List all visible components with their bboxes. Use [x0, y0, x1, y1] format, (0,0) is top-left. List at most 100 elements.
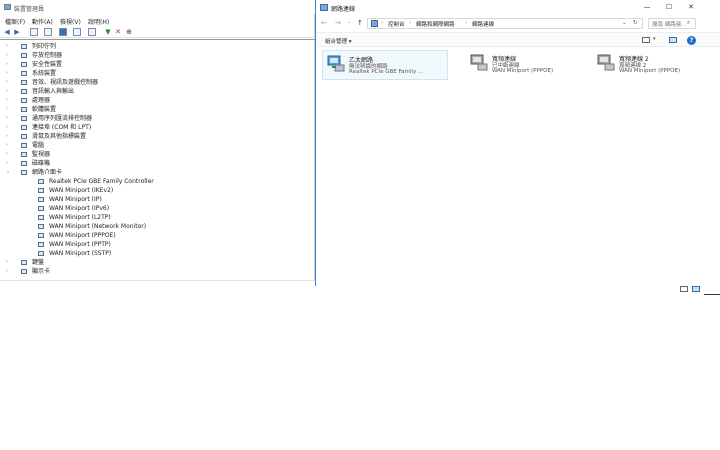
tree-label: WAN Miniport (Network Monitor): [49, 223, 147, 230]
expand-chevron-icon[interactable]: ›: [6, 87, 12, 96]
expand-chevron-icon[interactable]: ›: [6, 105, 12, 114]
back-arrow-icon[interactable]: ◀: [3, 28, 11, 36]
device-icon: [21, 143, 27, 148]
forward-icon[interactable]: →: [335, 19, 341, 27]
tree-label: 軟體裝置: [32, 106, 57, 113]
back-icon[interactable]: ←: [321, 19, 327, 27]
expand-chevron-icon[interactable]: ›: [6, 141, 12, 150]
breadcrumb-network-internet[interactable]: 網路和網際網路: [416, 20, 455, 28]
tree-category[interactable]: › 安全性裝置: [0, 60, 310, 69]
expand-chevron-icon[interactable]: ›: [6, 60, 12, 69]
up-icon[interactable]: ↑: [357, 19, 363, 27]
address-bar[interactable]: › 控制台 › 網路和網際網路 › 網路連線 ⌄ ↻: [367, 18, 643, 29]
tree-category[interactable]: › 連接埠 (COM 和 LPT): [0, 123, 310, 132]
help-icon[interactable]: [59, 28, 67, 36]
tree-label: 連接埠 (COM 和 LPT): [32, 124, 92, 131]
organize-button[interactable]: 組合管理 ▾: [325, 37, 352, 45]
breadcrumb-control-panel[interactable]: 控制台: [388, 20, 405, 28]
refresh-icon[interactable]: ↻: [633, 20, 638, 26]
expand-chevron-icon[interactable]: ›: [6, 123, 12, 132]
expand-chevron-icon[interactable]: ⌄: [6, 168, 12, 177]
menu-view[interactable]: 檢視(V): [60, 17, 81, 26]
device-manager-titlebar[interactable]: 裝置管理員: [0, 0, 315, 14]
scan-download-icon[interactable]: ⊕: [125, 28, 133, 36]
tree-label: 音訊輸入與輸出: [32, 88, 75, 95]
update-driver-icon[interactable]: ▼: [104, 28, 112, 36]
forward-arrow-icon[interactable]: ▶: [13, 28, 21, 36]
tree-category[interactable]: › 滑鼠及其他指標裝置: [0, 132, 310, 141]
recent-dropdown-icon[interactable]: ⌄: [347, 19, 351, 25]
tree-device[interactable]: WAN Miniport (L2TP): [0, 213, 310, 222]
tree-category[interactable]: › 列印佇列: [0, 42, 310, 51]
breadcrumb-separator: ›: [465, 20, 468, 26]
list-view-icon[interactable]: [44, 28, 52, 36]
search-placeholder: 搜尋 網路連...: [652, 22, 687, 28]
tree-category[interactable]: › 監視器: [0, 150, 310, 159]
expand-chevron-icon[interactable]: ›: [6, 96, 12, 105]
connection-ethernet[interactable]: 乙太網路 無法辨識的網路 Realtek PCIe GBE Family ...: [322, 50, 448, 80]
tree-device[interactable]: WAN Miniport (SSTP): [0, 249, 310, 258]
search-input[interactable]: 搜尋 網路連... ⌕: [648, 18, 696, 29]
uninstall-icon[interactable]: ✕: [114, 28, 122, 36]
help-icon[interactable]: ?: [687, 36, 696, 45]
device-icon: [21, 125, 27, 130]
tree-category[interactable]: › 軟體裝置: [0, 105, 310, 114]
expand-chevron-icon[interactable]: ›: [6, 114, 12, 123]
breadcrumb-network-connections[interactable]: 網路連線: [472, 20, 494, 28]
tree-category[interactable]: › 顯示卡: [0, 267, 310, 276]
expand-chevron-icon[interactable]: ›: [6, 42, 12, 51]
tree-category[interactable]: › 音訊輸入與輸出: [0, 87, 310, 96]
expand-chevron-icon[interactable]: ›: [6, 258, 12, 267]
expand-chevron-icon[interactable]: ›: [6, 150, 12, 159]
tree-category[interactable]: ⌄ 網路介面卡: [0, 168, 310, 177]
menu-help[interactable]: 說明(H): [88, 17, 109, 26]
expand-chevron-icon[interactable]: ›: [6, 132, 12, 141]
tree-category[interactable]: › 鍵盤: [0, 258, 310, 267]
tree-label: WAN Miniport (IKEv2): [49, 187, 114, 194]
device-icon: [21, 116, 27, 121]
minimize-icon[interactable]: —: [637, 2, 657, 13]
window-title: 網路連線: [331, 6, 356, 13]
tree-device[interactable]: WAN Miniport (PPPOE): [0, 231, 310, 240]
close-icon[interactable]: ✕: [681, 2, 701, 13]
tree-device[interactable]: WAN Miniport (IPv6): [0, 204, 310, 213]
tree-category[interactable]: › 處理器: [0, 96, 310, 105]
tree-category[interactable]: › 電腦: [0, 141, 310, 150]
network-connections-titlebar[interactable]: 網路連線 — ☐ ✕: [316, 0, 720, 15]
large-icons-view-icon[interactable]: [692, 286, 700, 292]
connection-broadband[interactable]: 寬頻連線 已中斷連線 WAN Miniport (PPPOE): [466, 50, 592, 80]
address-dropdown-icon[interactable]: ⌄: [622, 20, 627, 26]
change-view-icon[interactable]: [642, 37, 650, 43]
network-folder-icon: [320, 4, 328, 11]
tree-label: 滑鼠及其他指標裝置: [32, 133, 87, 140]
tree-device[interactable]: Realtek PCIe GBE Family Controller: [0, 177, 310, 186]
device-icon: [21, 269, 27, 274]
connection-broadband-2[interactable]: 寬頻連線 2 寬頻連線 2 WAN Miniport (PPPOE): [593, 50, 719, 80]
tree-category[interactable]: › 存放控制器: [0, 51, 310, 60]
menu-action[interactable]: 動作(A): [32, 17, 53, 26]
view-icon[interactable]: [73, 28, 81, 36]
tree-category[interactable]: › 系統裝置: [0, 69, 310, 78]
expand-chevron-icon[interactable]: ›: [6, 69, 12, 78]
properties-icon[interactable]: [30, 28, 38, 36]
tree-device[interactable]: WAN Miniport (IKEv2): [0, 186, 310, 195]
details-view-icon[interactable]: [680, 286, 688, 292]
preview-pane-icon[interactable]: [669, 37, 677, 43]
monitor-icon[interactable]: [88, 28, 96, 36]
menu-file[interactable]: 檔案(F): [5, 17, 25, 26]
tree-category[interactable]: › 磁碟機: [0, 159, 310, 168]
maximize-icon[interactable]: ☐: [659, 2, 679, 13]
expand-chevron-icon[interactable]: ›: [6, 159, 12, 168]
tree-category[interactable]: › 通用序列匯流排控制器: [0, 114, 310, 123]
tree-device[interactable]: WAN Miniport (IP): [0, 195, 310, 204]
expand-chevron-icon[interactable]: ›: [6, 78, 12, 87]
tree-label: 網路介面卡: [32, 169, 63, 176]
tree-device[interactable]: WAN Miniport (PPTP): [0, 240, 310, 249]
expand-chevron-icon[interactable]: ›: [6, 51, 12, 60]
tree-device[interactable]: WAN Miniport (Network Monitor): [0, 222, 310, 231]
expand-chevron-icon[interactable]: ›: [6, 267, 12, 276]
device-icon: [38, 224, 44, 229]
tree-category[interactable]: › 音效、視訊及遊戲控制器: [0, 78, 310, 87]
view-dropdown-icon[interactable]: ▾: [653, 36, 656, 42]
device-icon: [38, 179, 44, 184]
